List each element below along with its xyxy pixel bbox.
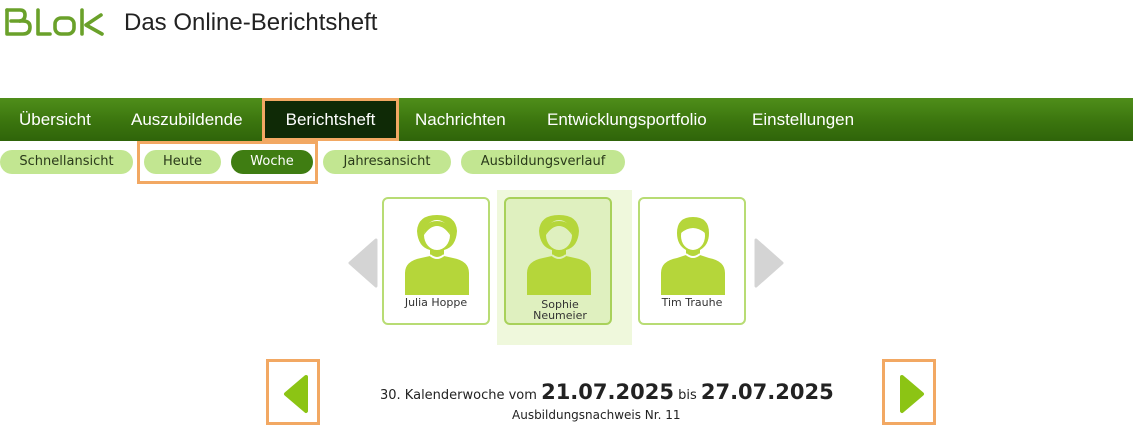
previous-week-button[interactable]	[266, 359, 320, 425]
nav-item-berichtsheft[interactable]: Berichtsheft	[262, 98, 399, 141]
week-bis: bis	[678, 388, 697, 403]
nav-item-nachrichten[interactable]: Nachrichten	[415, 98, 506, 141]
male-avatar-icon	[661, 217, 725, 295]
subnav-jahresansicht[interactable]: Jahresansicht	[323, 150, 451, 174]
trainee-card-tim-trauhe[interactable]: Tim Trauhe	[638, 197, 746, 325]
trainee-name: Tim Trauhe	[661, 296, 723, 309]
arrow-left-icon	[284, 375, 308, 413]
week-range: 30. Kalenderwoche vom 21.07.2025 bis 27.…	[380, 380, 834, 404]
subnav-woche[interactable]: Woche	[231, 150, 313, 174]
trainee-name: Julia Hoppe	[404, 296, 468, 309]
trainee-card-sophie-neumeier[interactable]: Sophie Neumeier	[504, 197, 612, 325]
subnav-schnellansicht[interactable]: Schnellansicht	[0, 150, 133, 174]
carousel-prev-button[interactable]	[348, 238, 378, 292]
week-prefix: 30. Kalenderwoche vom	[380, 388, 537, 403]
blok-logo[interactable]	[3, 6, 107, 38]
next-week-button[interactable]	[882, 359, 936, 425]
app-title: Das Online-Berichtsheft	[124, 9, 378, 36]
arrow-right-icon	[900, 375, 924, 413]
ausbildungsnachweis-number: Ausbildungsnachweis Nr. 11	[512, 408, 681, 422]
trainee-card-julia-hoppe[interactable]: Julia Hoppe	[382, 197, 490, 325]
main-navigation: Übersicht Auszubildende Berichtsheft Nac…	[0, 98, 1133, 141]
chevron-right-icon	[754, 238, 784, 288]
nav-item-entwicklungsportfolio[interactable]: Entwicklungsportfolio	[547, 98, 707, 141]
subnav-ausbildungsverlauf[interactable]: Ausbildungsverlauf	[461, 150, 625, 174]
week-end-date: 27.07.2025	[700, 380, 834, 404]
week-start-date: 21.07.2025	[541, 380, 674, 404]
nav-item-uebersicht[interactable]: Übersicht	[19, 98, 91, 141]
carousel-next-button[interactable]	[754, 238, 784, 292]
nav-item-auszubildende[interactable]: Auszubildende	[131, 98, 243, 141]
chevron-left-icon	[348, 238, 378, 288]
female-avatar-icon	[527, 215, 591, 295]
nav-item-einstellungen[interactable]: Einstellungen	[752, 98, 854, 141]
blok-logo-mark	[5, 8, 104, 36]
subnav-heute[interactable]: Heute	[144, 150, 221, 174]
female-avatar-icon	[405, 215, 469, 295]
trainee-name: Sophie Neumeier	[533, 298, 587, 322]
